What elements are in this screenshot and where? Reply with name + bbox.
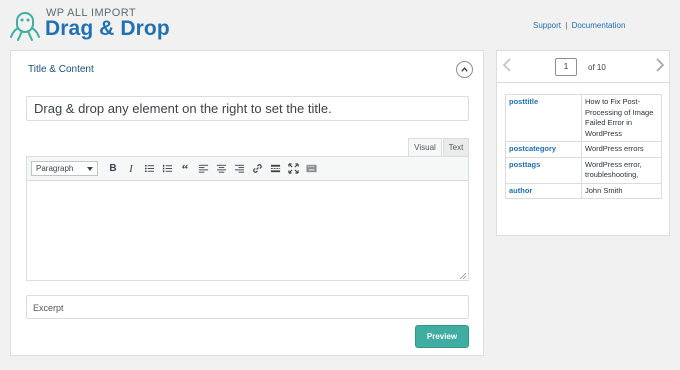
table-row: posttitle How to Fix Post-Processing of … [505,94,662,142]
element-key[interactable]: posttags [505,156,582,184]
brand-title: Drag & Drop [45,17,170,40]
preview-button[interactable]: Preview [415,325,469,348]
bulleted-list-icon [144,164,154,173]
documentation-link[interactable]: Documentation [572,21,626,30]
element-value[interactable]: WordPress error, troubleshooting, [581,156,662,184]
content-editor: Paragraph B I “ [26,156,469,281]
format-select-value: Paragraph [36,164,74,173]
title-input[interactable]: Drag & drop any element on the right to … [26,96,469,121]
octopus-logo-icon [8,6,42,42]
section-title: Title & Content [28,64,94,75]
chevron-left-icon [502,58,511,72]
resize-grip-icon[interactable] [459,272,466,279]
read-more-button[interactable] [266,160,284,178]
numbered-list-button[interactable] [158,160,176,178]
links-separator: | [565,21,568,30]
help-links: Support | Documentation [533,21,625,30]
tab-text[interactable]: Text [443,138,469,156]
table-row: author John Smith [505,182,662,199]
toolbar-toggle-button[interactable] [302,160,320,178]
table-row: posttags WordPress error, troubleshootin… [505,156,662,184]
blockquote-button[interactable]: “ [176,160,194,178]
support-link[interactable]: Support [533,21,561,30]
align-center-button[interactable] [212,160,230,178]
next-record-button[interactable] [655,57,665,73]
caret-down-icon [87,167,93,171]
element-value[interactable]: WordPress errors [581,141,662,158]
divider [497,82,669,83]
chevron-up-icon [461,67,468,72]
editor-body[interactable] [27,181,468,281]
excerpt-field[interactable]: Excerpt [26,295,469,319]
numbered-list-icon [162,164,172,173]
editor-toolbar: Paragraph B I “ [27,157,468,181]
element-value[interactable]: John Smith [581,182,662,199]
table-row: postcategory WordPress errors [505,141,662,158]
align-left-button[interactable] [194,160,212,178]
page-number-input[interactable]: 1 [555,58,577,76]
bold-button[interactable]: B [104,160,122,178]
page-count: of 10 [588,63,606,72]
read-more-icon [270,164,280,173]
align-right-button[interactable] [230,160,248,178]
fullscreen-icon [287,163,299,174]
record-table: posttitle How to Fix Post-Processing of … [505,94,662,199]
link-icon [252,164,262,173]
chevron-right-icon [656,58,665,72]
element-value[interactable]: How to Fix Post-Processing of Image Fail… [581,94,662,142]
title-content-panel: Title & Content Drag & drop any element … [10,50,484,356]
collapse-button[interactable] [456,61,473,78]
align-center-icon [216,164,226,173]
align-left-icon [198,164,208,173]
element-key[interactable]: author [505,182,582,199]
italic-button[interactable]: I [122,160,140,178]
record-preview-panel: 1 of 10 posttitle How to Fix Post-Proces… [496,50,670,236]
element-key[interactable]: postcategory [505,141,582,158]
format-select[interactable]: Paragraph [31,161,98,176]
keyboard-icon [305,164,317,173]
element-key[interactable]: posttitle [505,94,582,142]
bulleted-list-button[interactable] [140,160,158,178]
previous-record-button[interactable] [502,57,512,73]
link-button[interactable] [248,160,266,178]
align-right-icon [234,164,244,173]
fullscreen-button[interactable] [284,160,302,178]
tab-visual[interactable]: Visual [408,138,442,156]
